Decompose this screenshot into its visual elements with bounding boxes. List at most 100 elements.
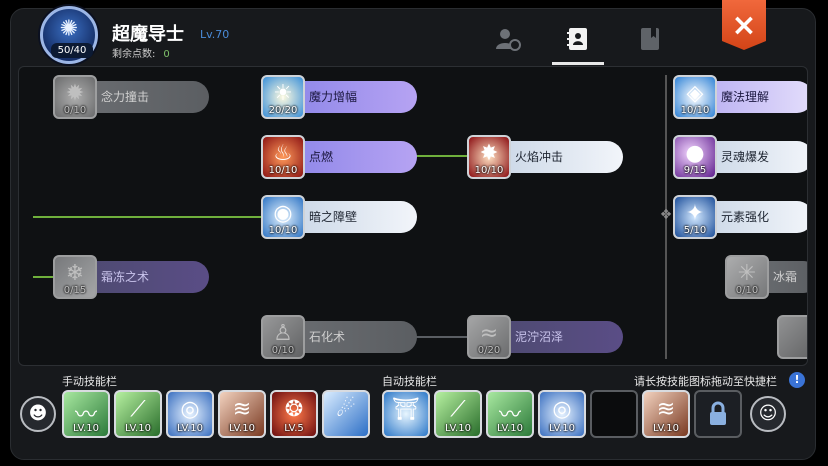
stone-figure-icon: ♙ 0/10 bbox=[261, 315, 305, 359]
skill-shuangdong-zhishu[interactable]: 霜冻之术 ❄ 0/15 bbox=[53, 255, 209, 299]
partial-skill-icon bbox=[777, 315, 807, 359]
tree-link bbox=[33, 216, 265, 218]
active-tab-indicator bbox=[552, 62, 604, 65]
info-icon[interactable]: ! bbox=[789, 372, 805, 388]
skill-level: 10/10 bbox=[268, 165, 298, 176]
green-slash-icon: ⟋ bbox=[130, 397, 146, 422]
burst-icon: ✹ 0/10 bbox=[53, 75, 97, 119]
burst-glyph: ✹ bbox=[65, 81, 85, 106]
user-settings-icon bbox=[496, 29, 521, 51]
manual-mode-cat-button[interactable]: ☻ bbox=[20, 396, 56, 432]
eye-glyph: ◉ bbox=[273, 201, 293, 226]
star-glyph: ✦ bbox=[685, 201, 705, 226]
skill-level: 10/10 bbox=[268, 225, 298, 236]
flame-icon: ♨ 10/10 bbox=[261, 135, 305, 179]
blast-glyph: ✸ bbox=[479, 141, 499, 166]
flame-glyph: ♨ bbox=[273, 141, 293, 166]
skill-huoyan-chongji[interactable]: 火焰冲击 ✸ 10/10 bbox=[467, 135, 623, 179]
auto-mode-cat-button[interactable]: ☺ bbox=[750, 396, 786, 432]
manual-slot-2[interactable]: ⟋ LV.10 bbox=[114, 390, 162, 438]
remaining-points-label: 剩余点数: bbox=[112, 49, 156, 60]
snow-burst-icon: ✳ 0/10 bbox=[725, 255, 769, 299]
auto-slot-1[interactable]: ⛩ bbox=[382, 390, 430, 438]
blue-vortex-icon: ◎ bbox=[180, 397, 200, 422]
skill-mofa-lijie[interactable]: 魔法理解 ◈ 10/10 bbox=[673, 75, 807, 119]
auto-slot-6[interactable]: ≋ LV.10 bbox=[642, 390, 690, 438]
crystal-icon: ◈ 10/10 bbox=[673, 75, 717, 119]
auto-slot-5-empty[interactable] bbox=[590, 390, 638, 438]
remaining-points-value: 0 bbox=[163, 49, 170, 60]
cat-face-icon: ☻ bbox=[28, 403, 48, 424]
slot-level: LV.10 bbox=[653, 423, 679, 434]
skill-tree[interactable]: ❖ 念力撞击 ✹ 0/10 霜冻之术 ❄ 0/15 魔力增幅 ☀ 20/20 点… bbox=[18, 66, 808, 366]
slot-level: LV.10 bbox=[177, 423, 203, 434]
slot-level: LV.5 bbox=[284, 423, 304, 434]
auto-skillbar-label: 自动技能栏 bbox=[382, 375, 437, 388]
skill-level: 0/10 bbox=[271, 345, 295, 356]
mage-crest-icon: ✺ bbox=[59, 16, 79, 42]
close-icon: × bbox=[731, 8, 757, 43]
auto-slot-7-locked[interactable] bbox=[694, 390, 742, 438]
skill-shihua-shu[interactable]: 石化术 ♙ 0/10 bbox=[261, 315, 417, 359]
slot-level: LV.10 bbox=[549, 423, 575, 434]
tornado-icon: ≋ bbox=[656, 397, 676, 422]
manual-slot-1[interactable]: 〰 LV.10 bbox=[62, 390, 110, 438]
tree-link bbox=[413, 336, 473, 338]
element-star-icon: ✦ 5/10 bbox=[673, 195, 717, 239]
class-emblem: ✺ 50/40 bbox=[40, 6, 98, 64]
frost-glyph: ❄ bbox=[65, 261, 85, 286]
manual-slot-6[interactable]: ☄ bbox=[322, 390, 370, 438]
tab-codex[interactable] bbox=[632, 24, 668, 54]
remaining-points: 剩余点数: 0 bbox=[112, 45, 170, 60]
skill-level: 10/10 bbox=[474, 165, 504, 176]
close-button[interactable]: × bbox=[722, 0, 766, 50]
tab-character[interactable] bbox=[490, 24, 526, 54]
green-slash-icon: ⟋ bbox=[450, 397, 466, 422]
bookmark-book-icon bbox=[641, 28, 659, 50]
auto-slot-4[interactable]: ◎ LV.10 bbox=[538, 390, 586, 438]
soul-orb-icon: ● 9/15 bbox=[673, 135, 717, 179]
skill-moli-zengfu[interactable]: 魔力增幅 ☀ 20/20 bbox=[261, 75, 417, 119]
skill-nianli-chongji[interactable]: 念力撞击 ✹ 0/10 bbox=[53, 75, 209, 119]
manual-slot-4[interactable]: ≋ LV.10 bbox=[218, 390, 266, 438]
tab-skills[interactable] bbox=[560, 24, 596, 54]
swamp-icon: ≈ 0/20 bbox=[467, 315, 511, 359]
cat-face-icon: ☺ bbox=[758, 403, 778, 424]
crystal-glyph: ◈ bbox=[686, 81, 704, 106]
auto-slot-3[interactable]: 〰 LV.10 bbox=[486, 390, 534, 438]
slot-level: LV.10 bbox=[497, 423, 523, 434]
skill-points-badge: 50/40 bbox=[51, 43, 93, 58]
skill-level: 0/10 bbox=[735, 285, 759, 296]
skill-niqu-zhaoze[interactable]: 泥泞沼泽 ≈ 0/20 bbox=[467, 315, 623, 359]
skill-level: 0/15 bbox=[63, 285, 87, 296]
skill-level: 9/15 bbox=[683, 165, 707, 176]
class-name: 超魔导士 bbox=[112, 24, 184, 45]
slot-level: LV.10 bbox=[125, 423, 151, 434]
lock-icon bbox=[710, 401, 726, 425]
skill-dianran[interactable]: 点燃 ♨ 10/10 bbox=[261, 135, 417, 179]
snow-glyph: ✳ bbox=[737, 261, 757, 286]
tornado-icon: ≋ bbox=[232, 397, 252, 422]
skill-partial-hidden[interactable] bbox=[777, 315, 807, 359]
figure-glyph: ♙ bbox=[273, 321, 293, 346]
fire-blast-icon: ✸ 10/10 bbox=[467, 135, 511, 179]
skill-level: 10/10 bbox=[680, 105, 710, 116]
manual-slot-3[interactable]: ◎ LV.10 bbox=[166, 390, 214, 438]
auto-slot-2[interactable]: ⟋ LV.10 bbox=[434, 390, 482, 438]
tree-link bbox=[413, 155, 473, 157]
orb-glyph: ● bbox=[685, 141, 705, 166]
skill-partial-frost[interactable]: 冰霜 ✳ 0/10 bbox=[725, 255, 807, 299]
contact-book-icon bbox=[567, 28, 587, 50]
sun-icon: ☀ 20/20 bbox=[261, 75, 305, 119]
blue-comet-icon: ☄ bbox=[336, 397, 356, 422]
eye-shield-icon: ◉ 10/10 bbox=[261, 195, 305, 239]
slot-level: LV.10 bbox=[73, 423, 99, 434]
skill-level: 0/20 bbox=[477, 345, 501, 356]
manual-slot-5[interactable]: ❂ LV.5 bbox=[270, 390, 318, 438]
skill-anzhi-zhangbi[interactable]: 暗之障壁 ◉ 10/10 bbox=[261, 195, 417, 239]
skill-level: 5/10 bbox=[683, 225, 707, 236]
skill-linghun-baofa[interactable]: 灵魂爆发 ● 9/15 bbox=[673, 135, 807, 179]
blue-vortex-icon: ◎ bbox=[552, 397, 572, 422]
sun-glyph: ☀ bbox=[273, 81, 293, 106]
skill-yuansu-qianghua[interactable]: 元素强化 ✦ 5/10 bbox=[673, 195, 807, 239]
